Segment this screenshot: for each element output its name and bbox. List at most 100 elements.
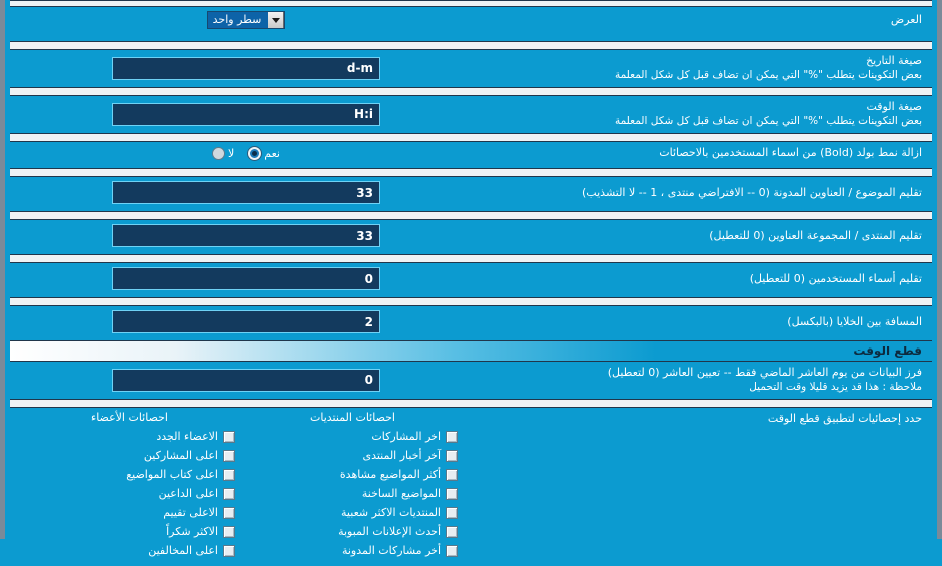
checkbox-members-1-label: اعلى المشاركين <box>143 449 218 462</box>
stats-column-members: احصائات الأعضاء الاعضاء الجدد اعلى المشا… <box>18 411 241 560</box>
row-sort-days-desc: ملاحظة : هذا قد يزيد قليلا وقت التحميل <box>749 381 922 393</box>
checkbox-members-4[interactable]: الاعلى تقييم <box>24 503 235 522</box>
row-trim-forum: تقليم المنتدى / المجموعة العناوين (0 للت… <box>10 220 932 254</box>
row-sort-days: فرز البيانات من يوم العاشر الماضي فقط --… <box>10 362 932 399</box>
checkbox-icon[interactable] <box>223 506 235 519</box>
row-trim-usernames: تقليم أسماء المستخدمين (0 للتعطيل) <box>10 263 932 297</box>
row-display-label: العرض <box>890 13 922 26</box>
row-time-format-desc: بعض التكوينات يتطلب "%" التي يمكن ان تضا… <box>614 115 922 127</box>
time-format-input[interactable] <box>112 102 380 126</box>
trim-forum-input[interactable] <box>112 224 380 247</box>
row-display: العرض سطر واحد <box>10 7 932 41</box>
row-date-format-label-cell: صيغة التاريخ بعض التكوينات يتطلب "%" الت… <box>464 54 924 82</box>
row-trim-topic: تقليم الموضوع / العناوين المدونة (0 -- ا… <box>10 177 932 211</box>
checkbox-icon[interactable] <box>223 430 235 443</box>
separator-4 <box>10 168 932 177</box>
checkbox-icon[interactable] <box>223 449 235 462</box>
checkbox-icon[interactable] <box>446 449 458 462</box>
row-time-format-label-cell: صيغة الوقت بعض التكوينات يتطلب "%" التي … <box>464 100 924 128</box>
separator-6 <box>10 254 932 263</box>
row-cell-spacing: المسافة بين الخلايا (بالبكسل) <box>10 306 932 340</box>
checkbox-members-3[interactable]: اعلى الداعين <box>24 484 235 503</box>
cell-spacing-input[interactable] <box>112 310 380 333</box>
row-sort-days-label-cell: فرز البيانات من يوم العاشر الماضي فقط --… <box>464 366 924 394</box>
row-time-format-control <box>18 102 464 126</box>
checkbox-forums-5[interactable]: أحدث الإعلانات المبوبة <box>247 522 458 541</box>
checkbox-forums-1[interactable]: آخر أخبار المنتدى <box>247 446 458 465</box>
section-header-time-cut-title: قطع الوقت <box>853 344 922 358</box>
row-trim-topic-label-cell: تقليم الموضوع / العناوين المدونة (0 -- ا… <box>464 186 924 200</box>
checkbox-icon[interactable] <box>446 506 458 519</box>
checkbox-members-1[interactable]: اعلى المشاركين <box>24 446 235 465</box>
trim-topic-input[interactable] <box>112 181 380 204</box>
checkbox-icon[interactable] <box>446 487 458 500</box>
checkbox-members-5[interactable]: الاكثر شكراً <box>24 522 235 541</box>
checkbox-members-2[interactable]: اعلى كتاب المواضيع <box>24 465 235 484</box>
checkbox-forums-0-label: اخر المشاركات <box>371 430 441 443</box>
checkbox-forums-1-label: آخر أخبار المنتدى <box>362 449 441 462</box>
separator-8 <box>10 399 932 408</box>
row-trim-forum-control <box>18 224 464 247</box>
row-date-format-desc: بعض التكوينات يتطلب "%" التي يمكن ان تضا… <box>614 69 922 81</box>
row-sort-days-control <box>18 368 464 392</box>
checkbox-forums-2-label: أكثر المواضيع مشاهدة <box>339 468 441 481</box>
checkbox-forums-4-label: المنتديات الاكثر شعبية <box>341 506 441 519</box>
row-trim-usernames-label-cell: تقليم أسماء المستخدمين (0 للتعطيل) <box>464 272 924 286</box>
row-apply-stats-label: حدد إحصائيات لتطبيق قطع الوقت <box>767 412 922 425</box>
stats-column-forums-title: احصائات المنتديات <box>310 411 395 424</box>
checkbox-members-5-label: الاكثر شكراً <box>166 525 218 538</box>
section-header-time-cut: قطع الوقت <box>10 340 932 362</box>
checkbox-icon[interactable] <box>446 468 458 481</box>
row-trim-topic-control <box>18 181 464 204</box>
checkbox-forums-3-label: المواضيع الساخنة <box>361 487 441 500</box>
separator-1 <box>10 41 932 50</box>
checkbox-members-3-label: اعلى الداعين <box>158 487 218 500</box>
display-mode-select-value: سطر واحد <box>207 12 269 28</box>
sort-days-input[interactable] <box>112 368 380 392</box>
checkbox-icon[interactable] <box>446 544 458 557</box>
date-format-input[interactable] <box>112 56 380 80</box>
row-date-format-control <box>18 56 464 80</box>
separator-5 <box>10 211 932 220</box>
remove-bold-radio-yes[interactable]: نعم <box>248 146 280 160</box>
radio-yes-label: نعم <box>264 146 280 160</box>
checkbox-icon[interactable] <box>223 487 235 500</box>
checkbox-members-6[interactable]: اعلى المخالفين <box>24 541 235 560</box>
radio-no-indicator[interactable] <box>212 146 226 160</box>
row-time-format-label: صيغة الوقت <box>866 100 922 113</box>
separator-7 <box>10 297 932 306</box>
row-remove-bold-label-cell: ازالة نمط بولد (Bold) من اسماء المستخدمي… <box>464 146 924 160</box>
separator-3 <box>10 133 932 142</box>
row-cell-spacing-control <box>18 310 464 333</box>
checkbox-icon[interactable] <box>446 525 458 538</box>
display-mode-select[interactable]: سطر واحد <box>206 11 286 29</box>
checkbox-forums-6-label: أخر مشاركات المدونة <box>341 544 441 557</box>
checkbox-icon[interactable] <box>223 544 235 557</box>
row-trim-usernames-label: تقليم أسماء المستخدمين (0 للتعطيل) <box>749 271 922 285</box>
row-trim-forum-label: تقليم المنتدى / المجموعة العناوين (0 للت… <box>709 228 922 242</box>
settings-panel: العرض سطر واحد صيغة التاريخ بعض التكوينا… <box>10 0 932 566</box>
row-cell-spacing-label: المسافة بين الخلايا (بالبكسل) <box>787 314 922 328</box>
checkbox-forums-0[interactable]: اخر المشاركات <box>247 427 458 446</box>
checkbox-members-0[interactable]: الاعضاء الجدد <box>24 427 235 446</box>
checkbox-forums-4[interactable]: المنتديات الاكثر شعبية <box>247 503 458 522</box>
checkbox-forums-6[interactable]: أخر مشاركات المدونة <box>247 541 458 560</box>
row-time-format: صيغة الوقت بعض التكوينات يتطلب "%" التي … <box>10 96 932 133</box>
remove-bold-radio-no[interactable]: لا <box>212 146 234 160</box>
separator-2 <box>10 87 932 96</box>
settings-page: العرض سطر واحد صيغة التاريخ بعض التكوينا… <box>0 0 942 566</box>
checkbox-icon[interactable] <box>446 430 458 443</box>
remove-bold-radio-group: نعم لا <box>212 146 280 160</box>
row-sort-days-label: فرز البيانات من يوم العاشر الماضي فقط --… <box>607 366 922 379</box>
row-apply-stats: حدد إحصائيات لتطبيق قطع الوقت احصائات ال… <box>10 408 932 566</box>
trim-usernames-input[interactable] <box>112 267 380 290</box>
checkbox-icon[interactable] <box>223 468 235 481</box>
row-date-format-label: صيغة التاريخ <box>866 54 922 67</box>
row-remove-bold-control: نعم لا <box>18 146 464 160</box>
checkbox-forums-2[interactable]: أكثر المواضيع مشاهدة <box>247 465 458 484</box>
checkbox-forums-3[interactable]: المواضيع الساخنة <box>247 484 458 503</box>
checkbox-members-6-label: اعلى المخالفين <box>148 544 218 557</box>
checkbox-icon[interactable] <box>223 525 235 538</box>
chevron-down-icon[interactable] <box>268 12 285 28</box>
radio-yes-indicator[interactable] <box>248 146 262 160</box>
